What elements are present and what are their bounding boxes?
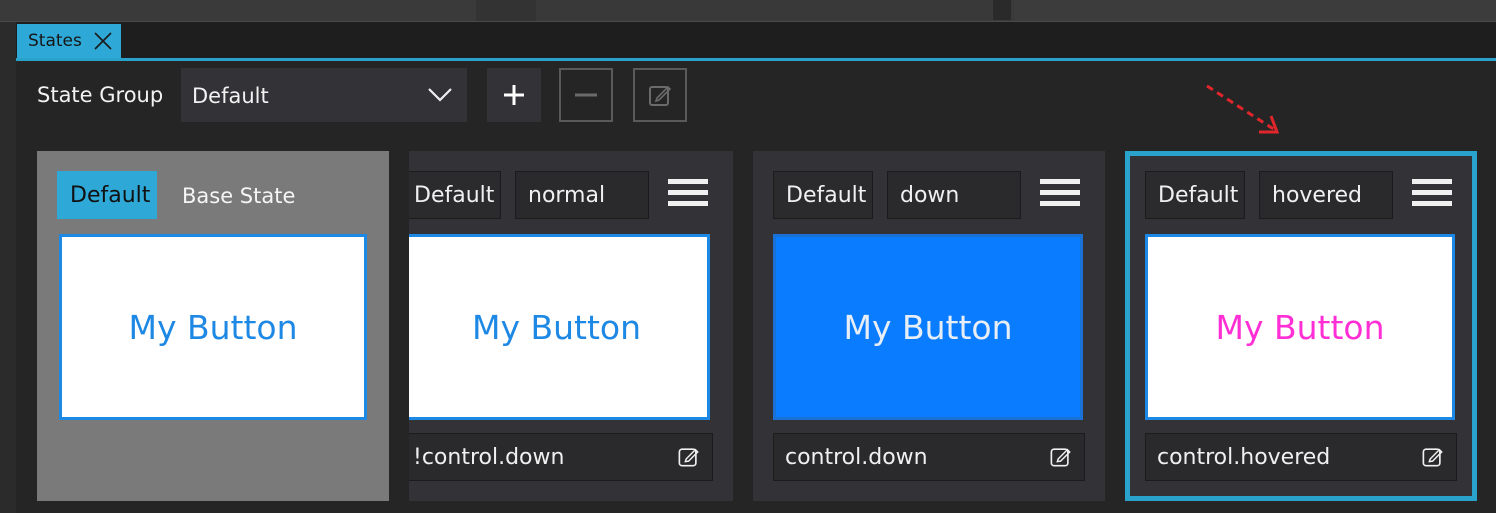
state-name-field[interactable]: down: [887, 171, 1021, 219]
state-preview: My Button: [409, 234, 710, 420]
host-strip-segment: [536, 0, 991, 21]
minus-icon: [575, 93, 597, 97]
menu-icon[interactable]: [1040, 179, 1080, 211]
condition-value: !control.down: [413, 444, 565, 470]
state-preview: My Button: [773, 234, 1083, 420]
state-name-value: down: [900, 182, 960, 208]
state-card-down[interactable]: Default down My Button control.down: [753, 151, 1105, 501]
condition-field[interactable]: control.hovered: [1145, 433, 1457, 481]
tab-states[interactable]: States: [17, 24, 121, 58]
left-gutter: [0, 22, 16, 513]
states-list: Default Base State My Button Default nor…: [16, 135, 1496, 513]
tab-label: States: [28, 31, 82, 51]
condition-value: control.hovered: [1157, 444, 1331, 470]
preview-button-text: My Button: [128, 307, 298, 347]
remove-state-button[interactable]: [559, 68, 613, 122]
group-chip[interactable]: Default: [1145, 171, 1245, 219]
condition-field[interactable]: !control.down: [409, 433, 713, 481]
state-card-base[interactable]: Default Base State My Button: [37, 151, 389, 501]
condition-field[interactable]: control.down: [773, 433, 1085, 481]
preview-button-text: My Button: [471, 307, 642, 347]
close-icon[interactable]: [93, 31, 113, 51]
edit-icon: [649, 85, 672, 106]
state-card-normal[interactable]: Default normal My Button !control.down: [409, 151, 733, 501]
preview-button-text: My Button: [843, 307, 1013, 347]
state-preview: My Button: [59, 234, 367, 420]
state-card-hovered[interactable]: Default hovered My Button control.hovere…: [1125, 151, 1477, 501]
state-group-value: Default: [192, 84, 269, 108]
edit-icon[interactable]: [1422, 446, 1444, 468]
group-chip[interactable]: Default: [409, 171, 501, 219]
group-chip[interactable]: Default: [773, 171, 873, 219]
edit-icon[interactable]: [678, 446, 700, 468]
host-title-strip: [0, 0, 1496, 22]
state-group-dropdown[interactable]: Default: [181, 68, 467, 122]
group-chip[interactable]: Default: [57, 171, 157, 219]
add-state-button[interactable]: [487, 68, 541, 122]
condition-value: control.down: [785, 444, 928, 470]
state-name-value: normal: [528, 182, 606, 208]
preview-button-text: My Button: [1215, 307, 1385, 347]
edit-state-group-button[interactable]: [633, 68, 687, 122]
base-state-label: Base State: [182, 184, 296, 208]
group-chip-label: Default: [786, 182, 867, 208]
edit-icon[interactable]: [1050, 446, 1072, 468]
annotation-arrow-icon: [1206, 84, 1280, 134]
state-name-field[interactable]: normal: [515, 171, 649, 219]
group-chip-label: Default: [70, 182, 151, 208]
host-strip-segment: [1014, 0, 1496, 21]
host-scroll-handle[interactable]: [993, 0, 1011, 20]
menu-icon[interactable]: [1412, 179, 1452, 211]
plus-icon: [504, 85, 524, 105]
state-preview: My Button: [1145, 234, 1455, 420]
state-name-field[interactable]: hovered: [1259, 171, 1393, 219]
group-chip-label: Default: [414, 182, 495, 208]
menu-icon[interactable]: [668, 179, 708, 211]
state-group-label: State Group: [37, 83, 164, 107]
chevron-down-icon: [428, 88, 452, 102]
host-strip-segment: [476, 0, 536, 21]
state-name-value: hovered: [1272, 182, 1363, 208]
panel-tab-bar: States: [16, 22, 1496, 61]
group-chip-label: Default: [1158, 182, 1239, 208]
